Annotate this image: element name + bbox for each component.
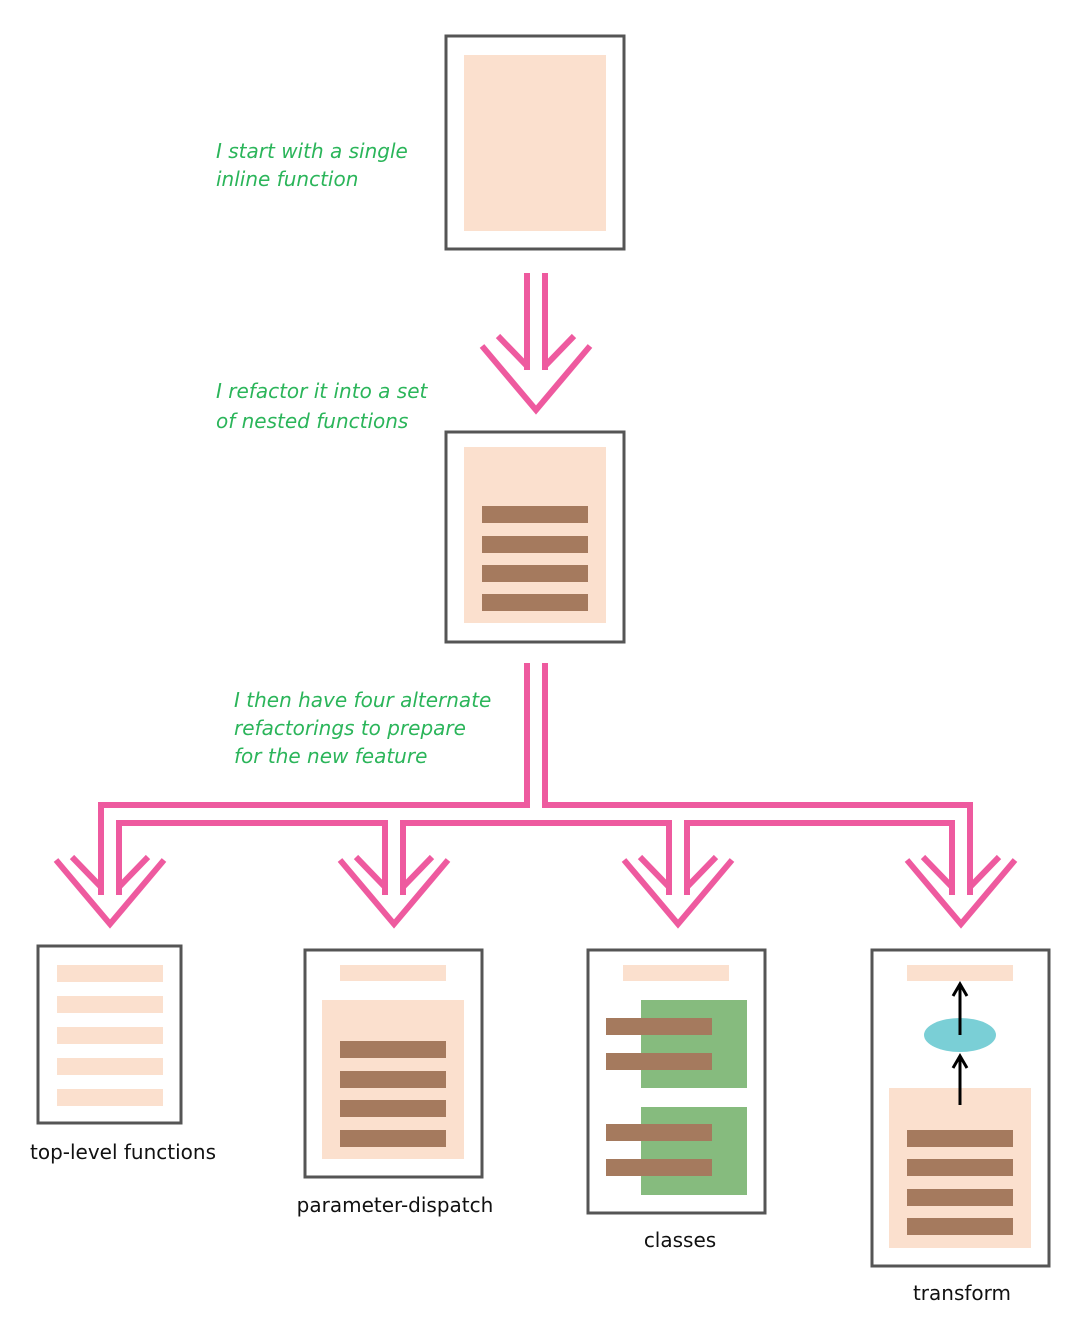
chevron-arrow-head-2 bbox=[337, 854, 451, 929]
top-level-functions-box bbox=[36, 944, 183, 1125]
label-classes: classes bbox=[644, 1228, 716, 1252]
classes-box bbox=[586, 948, 767, 1215]
note-alternates-line3: for the new feature bbox=[234, 744, 427, 768]
label-parameter-dispatch: parameter-dispatch bbox=[297, 1193, 494, 1217]
note-alternates-line1: I then have four alternate bbox=[234, 688, 491, 712]
chevron-arrow-head-1 bbox=[53, 854, 167, 929]
label-transform: transform bbox=[913, 1281, 1011, 1305]
arrow-down-1 bbox=[479, 273, 593, 415]
nested-functions-box bbox=[444, 430, 626, 644]
inline-function-box bbox=[444, 34, 626, 251]
chevron-arrow-head-3 bbox=[621, 854, 735, 929]
chevron-arrow-head-4 bbox=[904, 854, 1018, 929]
branch-arrows bbox=[98, 663, 973, 895]
note-alternates-line2: refactorings to prepare bbox=[234, 716, 466, 740]
note-refactor-line1: I refactor it into a set bbox=[216, 379, 428, 403]
label-top-level-functions: top-level functions bbox=[30, 1140, 216, 1164]
refactoring-diagram: I start with a single inline function I … bbox=[30, 34, 1051, 1305]
parameter-dispatch-box bbox=[303, 948, 484, 1179]
note-start-line1: I start with a single bbox=[216, 139, 408, 163]
note-refactor-line2: of nested functions bbox=[216, 409, 408, 433]
note-start-line2: inline function bbox=[216, 167, 358, 191]
transform-box bbox=[870, 948, 1051, 1268]
